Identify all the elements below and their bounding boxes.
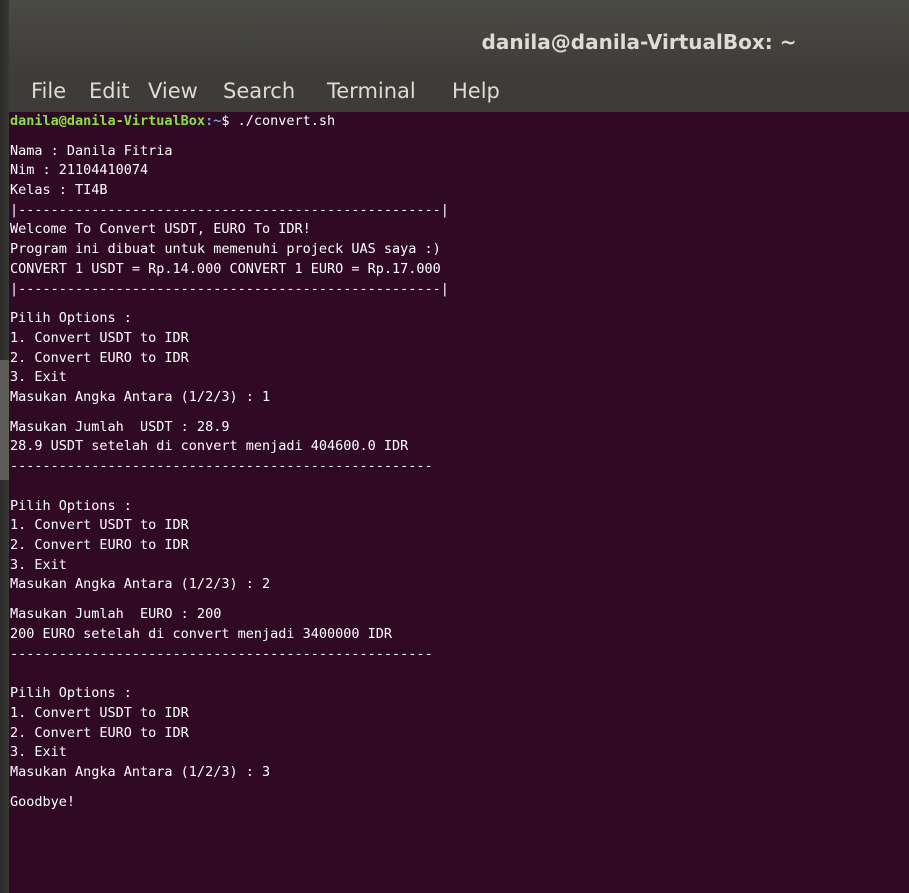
prompt-user: danila@danila-VirtualBox	[10, 113, 206, 129]
menu-header-line: Pilih Options :	[10, 497, 132, 514]
result-line: 28.9 USDT setelah di convert menjadi 404…	[10, 438, 409, 455]
prompt-symbol: $	[221, 113, 238, 129]
output-line: Kelas : TI4B	[10, 182, 108, 199]
menu-bar: File Edit View Search Terminal Help	[9, 76, 909, 112]
terminal-output[interactable]: danila@danila-VirtualBox:~$ ./convert.sh…	[9, 112, 909, 893]
output-line: Nim : 21104410074	[10, 162, 149, 179]
menu-search[interactable]: Search	[223, 76, 295, 106]
menu-option-line: 2. Convert EURO to IDR	[10, 349, 189, 366]
menu-header-line: Pilih Options :	[10, 685, 132, 702]
divider-line: ----------------------------------------…	[10, 645, 433, 662]
desktop-edge	[0, 0, 9, 893]
result-line: 200 EURO setelah di convert menjadi 3400…	[10, 625, 393, 642]
output-line: |---------------------------------------…	[10, 201, 449, 218]
window-title: danila@danila-VirtualBox: ~	[481, 30, 797, 54]
output-line: CONVERT 1 USDT = Rp.14.000 CONVERT 1 EUR…	[10, 260, 441, 277]
launcher-edge	[0, 360, 9, 480]
divider-line: ----------------------------------------…	[10, 458, 433, 474]
output-line: Welcome To Convert USDT, EURO To IDR!	[10, 221, 311, 238]
title-bar[interactable]: danila@danila-VirtualBox: ~	[9, 0, 909, 76]
menu-option-line: 2. Convert EURO to IDR	[10, 537, 189, 554]
choice-line: Masukan Angka Antara (1/2/3) : 3	[10, 763, 271, 780]
menu-view[interactable]: View	[148, 76, 198, 106]
output-line: |---------------------------------------…	[10, 280, 449, 297]
menu-edit[interactable]: Edit	[89, 76, 130, 106]
menu-option-line: 3. Exit	[10, 744, 67, 761]
menu-terminal[interactable]: Terminal	[327, 76, 416, 106]
menu-option-line: 1. Convert USDT to IDR	[10, 517, 189, 534]
terminal-window: danila@danila-VirtualBox: ~ File Edit Vi…	[9, 0, 909, 893]
goodbye-line: Goodbye!	[10, 793, 76, 810]
menu-file[interactable]: File	[31, 76, 66, 106]
menu-option-line: 3. Exit	[10, 556, 67, 573]
command-text: ./convert.sh	[237, 113, 336, 129]
amount-line: Masukan Jumlah USDT : 28.9	[10, 418, 230, 435]
choice-line: Masukan Angka Antara (1/2/3) : 2	[10, 576, 271, 593]
menu-option-line: 1. Convert USDT to IDR	[10, 329, 189, 346]
prompt-line: danila@danila-VirtualBox:~$ ./convert.sh	[10, 112, 909, 132]
menu-option-line: 2. Convert EURO to IDR	[10, 724, 189, 741]
choice-line: Masukan Angka Antara (1/2/3) : 1	[10, 388, 271, 405]
menu-option-line: 3. Exit	[10, 369, 67, 386]
menu-header-line: Pilih Options :	[10, 310, 132, 327]
menu-help[interactable]: Help	[452, 76, 500, 106]
amount-line: Masukan Jumlah EURO : 200	[10, 606, 222, 623]
output-line: Program ini dibuat untuk memenuhi projec…	[10, 241, 441, 258]
menu-option-line: 1. Convert USDT to IDR	[10, 704, 189, 721]
output-line: Nama : Danila Fitria	[10, 142, 173, 159]
prompt-separator: :	[205, 113, 214, 129]
